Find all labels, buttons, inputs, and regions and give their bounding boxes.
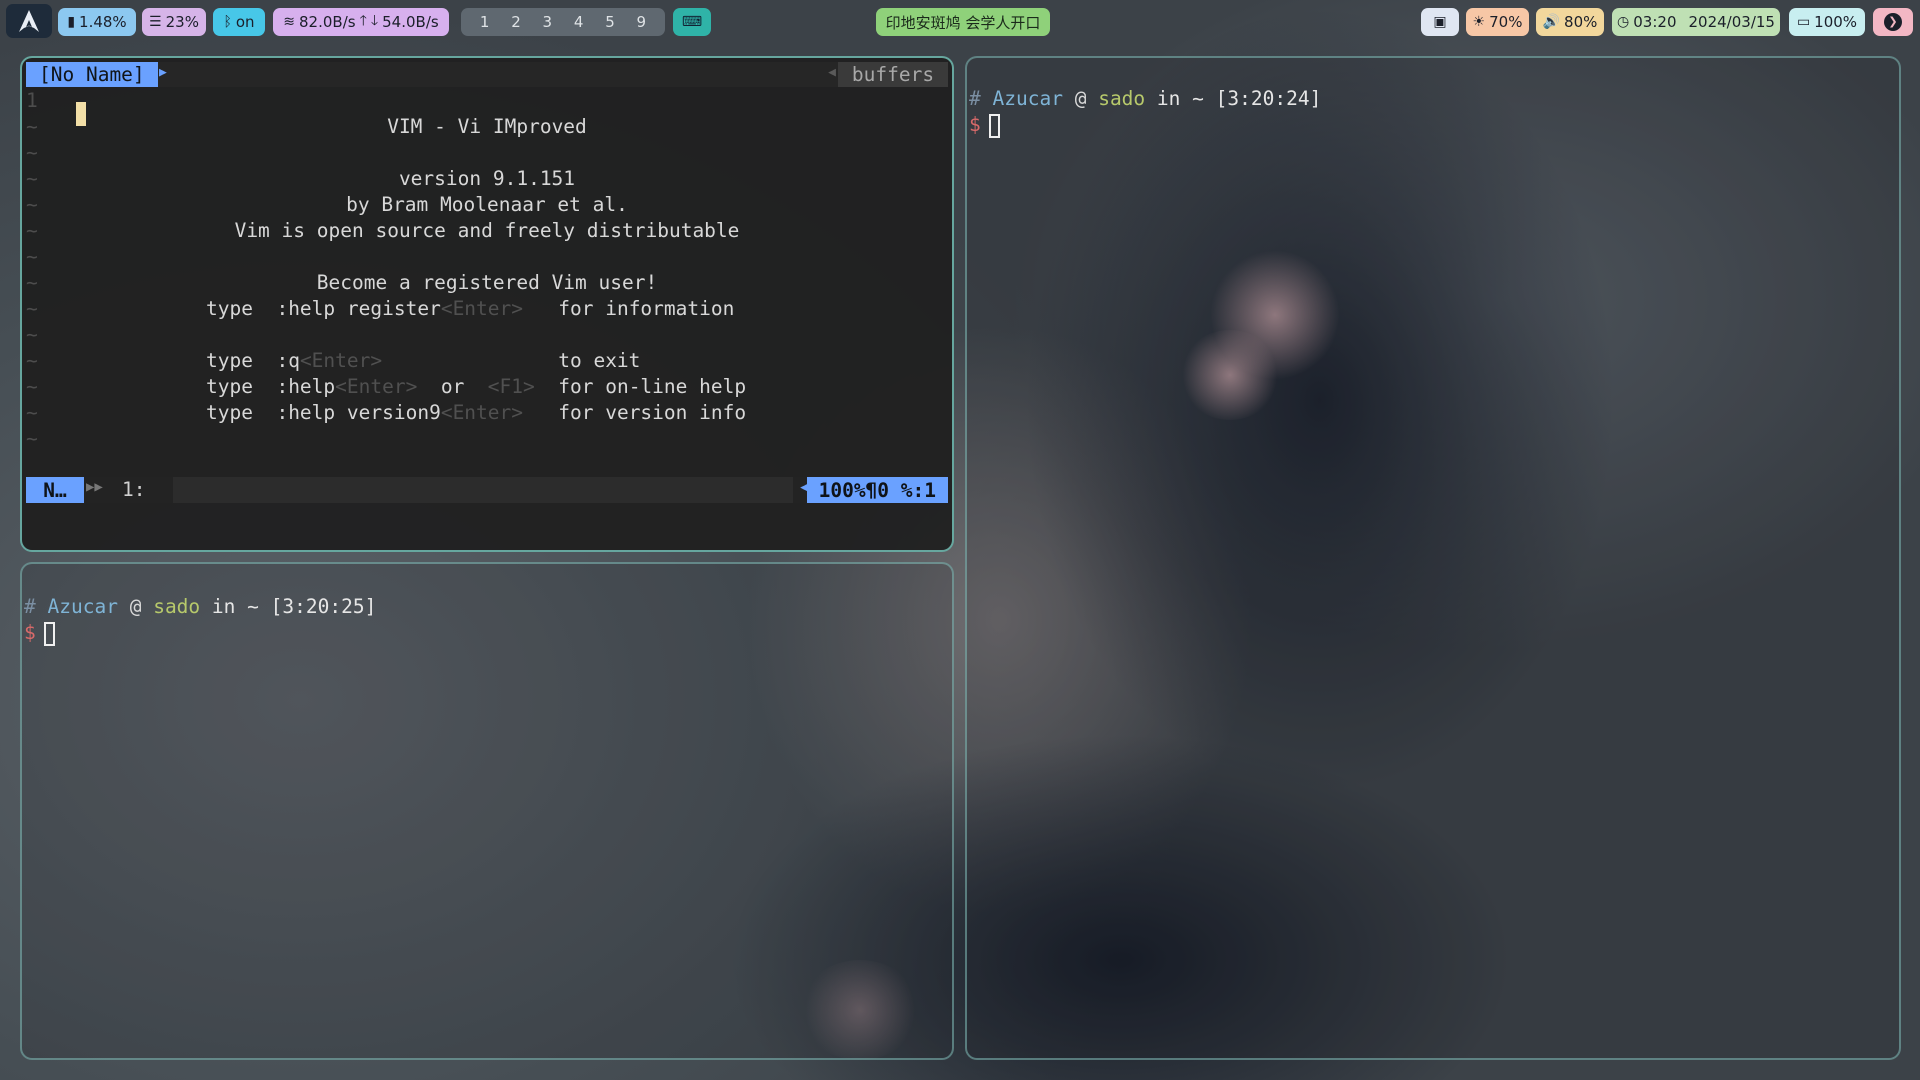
prompt-header: # Azucar @ sado in ~ [3:20:24] — [969, 87, 1322, 110]
arrow-up-icon: 🡑 — [359, 13, 367, 29]
tilde-marker: ~ — [26, 245, 38, 268]
bluetooth-widget[interactable]: ᛒ on — [213, 8, 265, 36]
brightness-icon: ☀ — [1472, 14, 1486, 30]
volume-value: 80% — [1564, 13, 1598, 31]
terminal-cursor — [988, 113, 1000, 138]
tilde-marker: ~ — [26, 297, 38, 320]
network-up-value: 82.0B/s — [299, 13, 356, 31]
vim-statusline: N… ▶▶ 1: ◀ 100%¶0 %:1 — [26, 477, 948, 503]
prompt-host: sado — [153, 595, 201, 618]
workspace-2[interactable]: 2 — [511, 13, 521, 31]
memory-icon: ☰ — [149, 14, 162, 30]
workspace-switcher: 1 2 3 4 5 9 — [461, 8, 665, 36]
clock-widget[interactable]: ◷ 03:20 2024/03/15 — [1612, 8, 1780, 36]
clock-icon: ◷ — [1617, 14, 1630, 30]
cpu-icon: ▮ — [67, 14, 76, 30]
vim-position-text: 100%¶0 %:1 — [818, 478, 936, 502]
vim-tab-active[interactable]: [No Name] — [26, 62, 158, 87]
vim-buffers-label: buffers — [838, 62, 948, 87]
battery-icon: ▭ — [1796, 14, 1811, 30]
status-bar: ▮ 1.48% ☰ 23% ᛒ on ≋ 82.0B/s 🡑 🡓 54.0B/s… — [0, 0, 1920, 42]
vim-tab-label: [No Name] — [39, 63, 145, 86]
keyboard-icon: ⌨ — [681, 14, 703, 30]
clock-time: 03:20 — [1633, 13, 1677, 31]
prompt-path: ~ — [1192, 87, 1204, 110]
vim-buffer-number: 1: — [122, 478, 146, 501]
workspace-4[interactable]: 4 — [574, 13, 584, 31]
brightness-widget[interactable]: ☀ 70% — [1466, 8, 1529, 36]
prompt-time: [3:20:25] — [270, 595, 377, 618]
tilde-marker: ~ — [26, 375, 38, 398]
vim-mode-indicator: N… — [26, 477, 84, 503]
vim-intro-author: by Bram Moolenaar et al. — [346, 193, 628, 216]
wifi-icon: ≋ — [283, 14, 296, 30]
prompt-host: sado — [1098, 87, 1146, 110]
prompt-time: [3:20:24] — [1215, 87, 1322, 110]
workspace-5[interactable]: 5 — [605, 13, 615, 31]
prompt-input-line[interactable]: $ — [24, 620, 55, 646]
tilde-marker: ~ — [26, 427, 38, 450]
power-button[interactable]: ❯ — [1873, 8, 1913, 36]
volume-widget[interactable]: 🔊 80% — [1536, 8, 1604, 36]
window-title: 印地安斑鸠 会学人开口 — [876, 8, 1050, 36]
volume-icon: 🔊 — [1542, 14, 1561, 30]
prompt-user: Azucar — [47, 595, 118, 618]
cpu-value: 1.48% — [79, 13, 127, 31]
keyboard-widget[interactable]: ⌨ — [673, 8, 711, 36]
vim-buffer[interactable]: 1 ~ ~ ~ ~ ~ ~ ~ ~ ~ ~ ~ ~ ~ VIM - Vi IMp… — [26, 88, 948, 480]
vim-mode-text: N… — [43, 478, 67, 502]
network-down-value: 54.0B/s — [382, 13, 439, 31]
power-icon: ❯ — [1884, 13, 1902, 31]
vim-tabline: [No Name] ▶ ◀ buffers — [26, 62, 948, 87]
terminal-window-right[interactable]: # Azucar @ sado in ~ [3:20:24] $ — [965, 56, 1901, 1060]
vim-intro-version: version 9.1.151 — [398, 167, 576, 190]
tilde-marker: ~ — [26, 349, 38, 372]
memory-widget[interactable]: ☰ 23% — [142, 8, 206, 36]
prompt-input-line[interactable]: $ — [969, 112, 1000, 138]
prompt-user: Azucar — [992, 87, 1063, 110]
image-icon: ▣ — [1433, 14, 1447, 30]
line-number: 1 — [26, 89, 38, 112]
bluetooth-status: on — [235, 13, 255, 31]
tilde-marker: ~ — [26, 401, 38, 424]
buffers-separator-icon: ◀ — [828, 65, 836, 80]
network-widget[interactable]: ≋ 82.0B/s 🡑 🡓 54.0B/s — [273, 8, 449, 36]
arch-logo-button[interactable] — [6, 4, 52, 38]
vim-intro-register-head: Become a registered Vim user! — [316, 271, 658, 294]
tilde-marker: ~ — [26, 141, 38, 164]
cpu-widget[interactable]: ▮ 1.48% — [58, 8, 136, 36]
workspace-1[interactable]: 1 — [480, 13, 490, 31]
vim-position-indicator: 100%¶0 %:1 — [806, 477, 948, 503]
battery-value: 100% — [1814, 13, 1858, 31]
mode-separator-icon: ▶▶ — [86, 479, 103, 495]
vim-intro-license: Vim is open source and freely distributa… — [234, 219, 740, 242]
arrow-down-icon: 🡓 — [370, 13, 379, 29]
vim-statusline-fill — [173, 477, 793, 503]
prompt-path: ~ — [247, 595, 259, 618]
battery-widget[interactable]: ▭ 100% — [1789, 8, 1865, 36]
workspace-9[interactable]: 9 — [637, 13, 647, 31]
vim-window[interactable]: [No Name] ▶ ◀ buffers 1 ~ ~ ~ ~ ~ ~ ~ ~ … — [20, 56, 954, 552]
clock-date: 2024/03/15 — [1688, 13, 1775, 31]
wallpaper-button[interactable]: ▣ — [1421, 8, 1459, 36]
tilde-marker: ~ — [26, 323, 38, 346]
window-title-text: 印地安斑鸠 会学人开口 — [885, 13, 1041, 32]
brightness-value: 70% — [1489, 13, 1523, 31]
terminal-window-bottom-left[interactable]: # Azucar @ sado in ~ [3:20:25] $ — [20, 562, 954, 1060]
arch-icon — [19, 10, 39, 32]
vim-intro-title: VIM - Vi IMproved — [387, 115, 587, 138]
workspace-3[interactable]: 3 — [543, 13, 553, 31]
buffers-text: buffers — [851, 63, 935, 86]
memory-value: 23% — [165, 13, 199, 31]
tab-separator-icon: ▶ — [159, 65, 167, 80]
terminal-cursor — [43, 621, 55, 646]
prompt-header: # Azucar @ sado in ~ [3:20:25] — [24, 595, 377, 618]
bluetooth-icon: ᛒ — [223, 14, 232, 30]
